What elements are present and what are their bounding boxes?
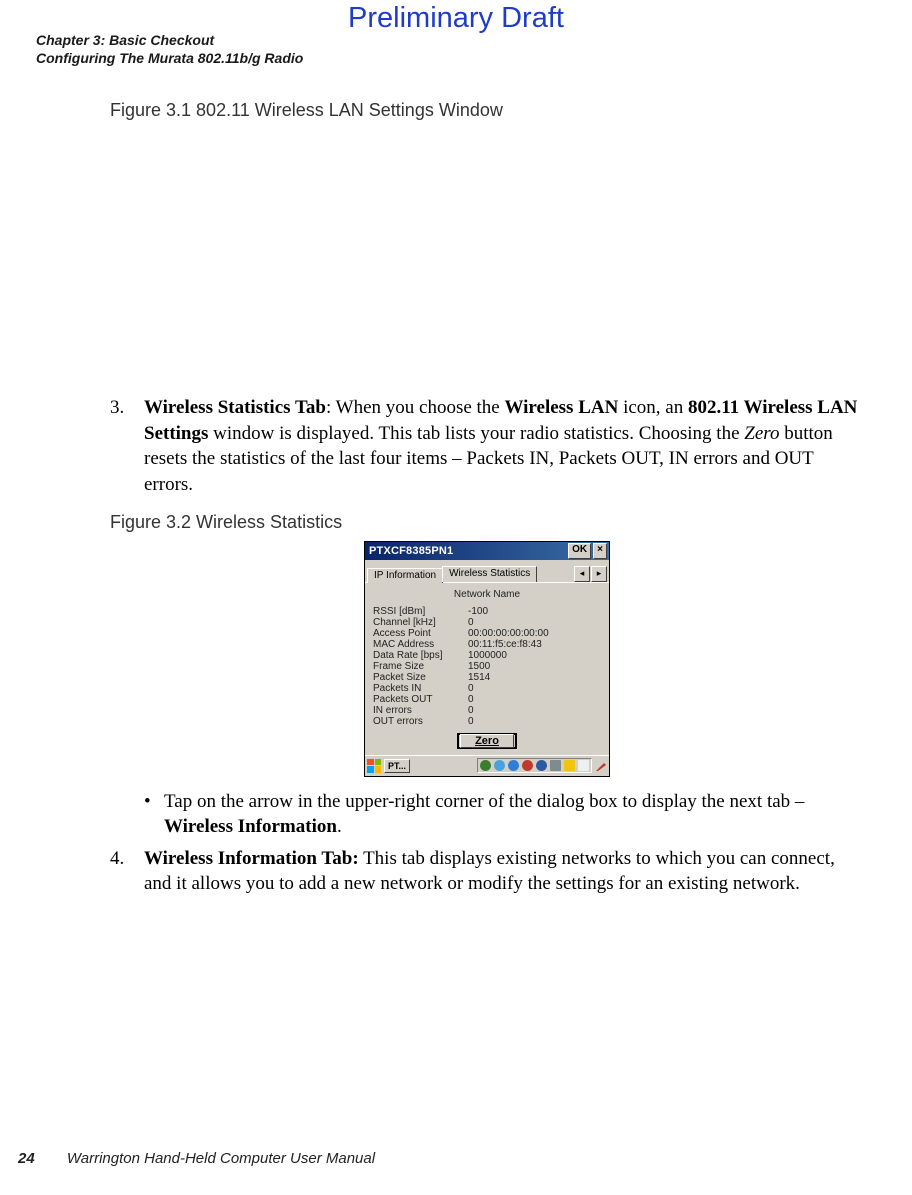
zero-button-label: Zero (460, 734, 514, 748)
footer-title: Warrington Hand-Held Computer User Manua… (67, 1150, 375, 1167)
stat-row: Access Point00:00:00:00:00:00 (373, 628, 601, 639)
tab-wireless-statistics[interactable]: Wireless Statistics (442, 566, 537, 582)
tray-network-icon[interactable] (494, 760, 505, 771)
tab-scroll: ◂ ▸ (573, 566, 607, 582)
tray-pc-icon[interactable] (550, 760, 561, 771)
stat-row: Data Rate [bps]1000000 (373, 650, 601, 661)
stat-row: Packets OUT0 (373, 694, 601, 705)
stat-row: MAC Address00:11:f5:ce:f8:43 (373, 639, 601, 650)
window-title: PTXCF8385PN1 (367, 545, 566, 557)
stylus-icon[interactable] (595, 760, 607, 772)
zero-button[interactable]: Zero (457, 733, 517, 749)
start-icon[interactable] (367, 759, 381, 773)
tray-wifi-icon[interactable] (508, 760, 519, 771)
taskbar: PT... (365, 755, 609, 776)
bullet-body: Tap on the arrow in the upper-right corn… (164, 789, 864, 840)
network-name-label: Network Name (373, 589, 601, 600)
figure-3-2-caption: Figure 3.2 Wireless Statistics (110, 512, 864, 533)
stat-row: Channel [kHz]0 (373, 617, 601, 628)
titlebar: PTXCF8385PN1 OK × (365, 542, 609, 560)
bullet-wireless-info-tip: • Tap on the arrow in the upper-right co… (144, 789, 864, 840)
tray-battery-icon[interactable] (564, 760, 575, 771)
close-button[interactable]: × (593, 543, 607, 559)
step-3-body: Wireless Statistics Tab: When you choose… (144, 395, 864, 498)
figure-3-1-placeholder (110, 129, 864, 389)
taskbar-app-button[interactable]: PT... (384, 759, 410, 773)
tray-connection-icon[interactable] (536, 760, 547, 771)
header-chapter: Chapter 3: Basic Checkout (36, 32, 303, 50)
step-4-number: 4. (110, 846, 144, 897)
page-footer: 24 Warrington Hand-Held Computer User Ma… (18, 1150, 375, 1167)
page-header: Chapter 3: Basic Checkout Configuring Th… (36, 32, 303, 67)
tab-ip-information[interactable]: IP Information (367, 568, 443, 583)
ok-button[interactable]: OK (568, 543, 591, 559)
stats-panel: Network Name RSSI [dBm]-100 Channel [kHz… (365, 583, 609, 755)
tray-alert-icon[interactable] (522, 760, 533, 771)
step-3-title: Wireless Statistics Tab (144, 397, 326, 418)
watermark-text: Preliminary Draft (0, 2, 912, 35)
stat-row: Packet Size1514 (373, 672, 601, 683)
figure-3-1-caption: Figure 3.1 802.11 Wireless LAN Settings … (110, 100, 864, 121)
page-number: 24 (18, 1150, 35, 1167)
tray-globe-icon[interactable] (480, 760, 491, 771)
header-section: Configuring The Murata 802.11b/g Radio (36, 50, 303, 68)
tab-scroll-right-icon[interactable]: ▸ (591, 566, 607, 582)
dialog-window: PTXCF8385PN1 OK × IP Information Wireles… (364, 541, 610, 777)
bullet-mark: • (144, 789, 164, 840)
step-3: 3. Wireless Statistics Tab: When you cho… (110, 395, 864, 498)
stat-row: IN errors0 (373, 705, 601, 716)
figure-3-2-image: PTXCF8385PN1 OK × IP Information Wireles… (110, 541, 864, 777)
stat-row: OUT errors0 (373, 716, 601, 727)
stat-row: Packets IN0 (373, 683, 601, 694)
stat-row: Frame Size1500 (373, 661, 601, 672)
tray-card-icon[interactable] (578, 760, 589, 771)
stats-table: RSSI [dBm]-100 Channel [kHz]0 Access Poi… (373, 606, 601, 727)
step-4: 4. Wireless Information Tab: This tab di… (110, 846, 864, 897)
step-4-body: Wireless Information Tab: This tab displ… (144, 846, 864, 897)
tab-scroll-left-icon[interactable]: ◂ (574, 566, 590, 582)
tab-strip: IP Information Wireless Statistics ◂ ▸ (365, 560, 609, 583)
system-tray (477, 758, 592, 773)
stat-row: RSSI [dBm]-100 (373, 606, 601, 617)
step-4-title: Wireless Information Tab: (144, 848, 359, 869)
step-3-number: 3. (110, 395, 144, 498)
